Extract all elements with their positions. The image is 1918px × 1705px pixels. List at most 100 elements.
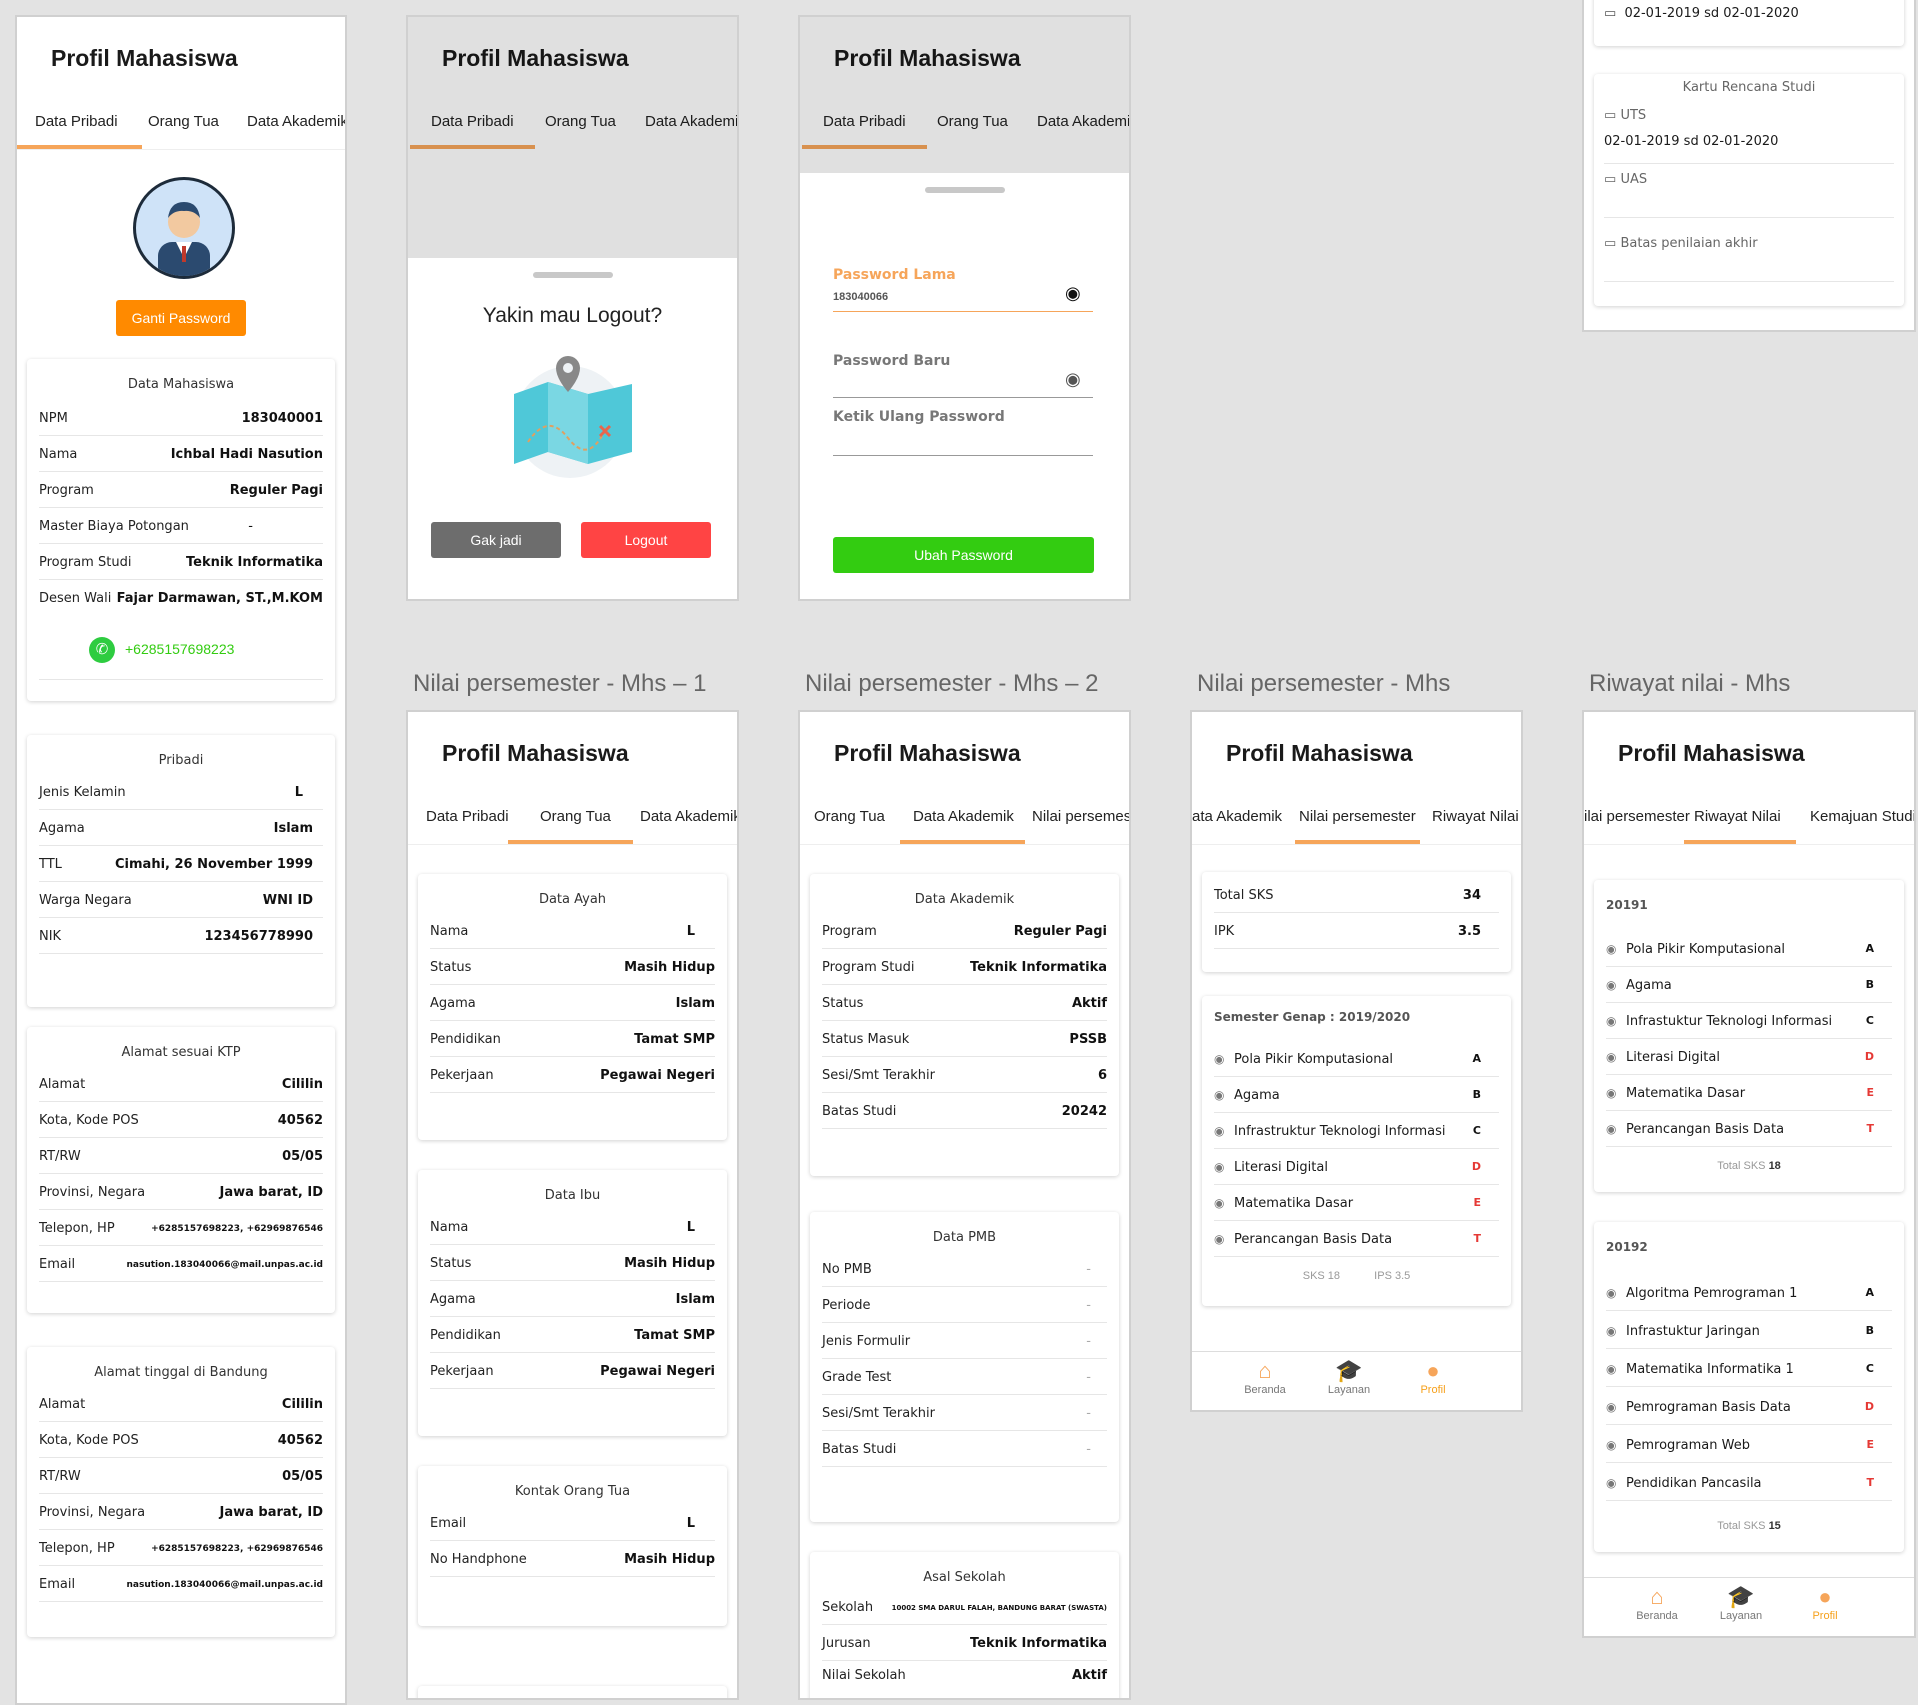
card-title: Asal Sekolah [923,1570,1006,1585]
course-row[interactable]: ◉ Perancangan Basis Data T [1606,1110,1892,1147]
uts-label: UTS [1620,108,1647,123]
course-row[interactable]: ◉ Matematika Informatika 1C [1606,1350,1892,1387]
tab-indicator [1295,840,1420,844]
sheet-grabber[interactable] [532,272,613,278]
nav-profil[interactable]: ● Profil [1398,1358,1468,1396]
frame-ganti-password: Profil Mahasiswa Data Pribadi Orang Tua … [798,15,1131,601]
tab-data-akademik[interactable]: ata Akademik [1192,808,1282,825]
semester-title: 20191 [1606,898,1648,912]
uas-label: UAS [1620,172,1648,187]
card-title: Data Ayah [538,892,607,907]
home-icon: ⌂ [1650,1584,1664,1609]
row-nama: Nama Ichbal Hadi Nasution [39,435,323,472]
row-pendidikan: Pendidikan Tamat SMP [430,1316,715,1353]
course-row[interactable]: ◉ Literasi Digital D [1606,1038,1892,1075]
eye-off-icon[interactable]: ◉ [1065,283,1081,304]
card-title: Data Ibu [544,1188,601,1203]
course-row[interactable]: ◉ Matematika Dasar E [1214,1184,1499,1221]
frame-orang-tua: Profil Mahasiswa Data Pribadi Orang Tua … [406,710,739,1700]
card-summary: Total SKS 34 IPK 3.5 [1202,872,1511,972]
nav-beranda[interactable]: ⌂ Beranda [1622,1584,1692,1622]
row-agama: Agama Islam [39,809,323,846]
cancel-button[interactable]: Gak jadi [431,522,561,558]
course-row[interactable]: ◉ Pola Pikir Komputasional A [1606,930,1892,967]
uts-value-row: 02-01-2019 sd 02-01-2020 [1604,134,1894,164]
tab-orang-tua[interactable]: Orang Tua [540,808,611,825]
tab-data-akademik[interactable]: Data Akademik [913,808,1014,825]
row-kota: Kota, Kode POS 40562 [39,1421,323,1458]
page-title: Profil Mahasiswa [1618,740,1805,766]
course-row[interactable]: ◉ Literasi Digital D [1214,1148,1499,1185]
tab-riwayat-nilai[interactable]: Riwayat Nilai [1432,808,1519,825]
tab-data-akademik[interactable]: Data Akademik [247,113,345,130]
tab-data-akademik[interactable]: Data Akademik [640,808,737,825]
eye-icon: ◉ [1606,1476,1617,1490]
card-data-mahasiswa: Data Mahasiswa NPM 183040001 Nama Ichbal H… [27,359,335,701]
frame-logout: Profil Mahasiswa Data Pribadi Orang Tua … [406,15,739,601]
eye-icon: ◉ [1606,1014,1617,1028]
course-row[interactable]: ◉ Pendidikan Pancasila T [1606,1464,1892,1501]
course-row[interactable]: ◉ Agama B [1214,1076,1499,1113]
eye-icon: ◉ [1606,978,1617,992]
nav-profil[interactable]: ● Profil [1790,1584,1860,1622]
course-row[interactable]: ◉ Agama B [1606,966,1892,1003]
nav-layanan[interactable]: 🎓 Layanan [1706,1584,1776,1622]
tab-kemajuan-studi[interactable]: Kemajuan Studi [1810,808,1914,825]
row-telepon: Telepon, HP +6285157698223, +62969876546 [39,1529,323,1566]
course-row[interactable]: ◉ Pemrograman Web E [1606,1426,1892,1463]
eye-icon[interactable]: ◉ [1065,369,1081,390]
row-nilai-sekolah: Nilai Sekolah Aktif [822,1668,1107,1683]
tab-indicator [1684,840,1796,844]
sheet-grabber[interactable] [924,187,1005,193]
row-program: Program Reguler Pagi [822,912,1107,949]
home-icon: ⌂ [1258,1358,1272,1383]
eye-icon: ◉ [1606,1362,1617,1376]
bottom-nav: ⌂ Beranda 🎓 Layanan ● Profil [1192,1351,1521,1410]
row-email: Email nasution.183040066@mail.unpas.ac.id [39,1245,323,1282]
course-row[interactable]: ◉ Infrastruktur Teknologi Informasi C [1214,1112,1499,1149]
row-alamat: Alamat Cililin [39,1065,323,1102]
page-title: Profil Mahasiswa [442,740,629,766]
uts-row: ▭ UTS [1604,108,1894,123]
course-row[interactable]: ◉ Algoritma Pemrograman 1A [1606,1274,1892,1311]
course-row[interactable]: ◉ Perancangan Basis Data T [1214,1220,1499,1257]
old-password-input[interactable]: 183040066 [833,291,888,303]
card-data-ibu: Data Ibu Nama L Status Masih Hidup Agama Is… [418,1170,727,1436]
tab-nilai-persemester[interactable]: ilai persemester [1584,808,1690,825]
logout-button[interactable]: Logout [581,522,711,558]
ubah-password-button[interactable]: Ubah Password [833,537,1094,573]
card-alamat-bandung: Alamat tinggal di Bandung Alamat Cililin … [27,1347,335,1637]
eye-icon: ◉ [1214,1196,1225,1210]
row-agama: Agama Islam [430,984,715,1021]
new-password-input[interactable] [833,397,1093,398]
frame-title-3: Nilai persemester - Mhs [1197,670,1451,697]
whatsapp-icon: ✆ [89,637,115,663]
eye-icon: ◉ [1606,942,1617,956]
row-no-pmb: No PMB - [822,1250,1107,1287]
tab-data-pribadi[interactable]: Data Pribadi [35,113,118,130]
tab-nilai-persemester[interactable]: Nilai persemester [1299,808,1416,825]
profile-icon: ● [1818,1584,1832,1609]
course-row[interactable]: ◉ Matematika Dasar E [1606,1074,1892,1111]
retype-password-input[interactable] [833,455,1093,456]
tab-orang-tua[interactable]: Orang Tua [148,113,219,130]
eye-icon: ◉ [1606,1086,1617,1100]
row-status-masuk: Status Masuk PSSB [822,1020,1107,1057]
tab-nilai-persemester[interactable]: Nilai persemester [1032,808,1129,825]
frame-riwayat-nilai: Profil Mahasiswa ilai persemester Riwaya… [1582,710,1916,1638]
row-email: Email nasution.183040066@mail.unpas.ac.id [39,1565,323,1602]
ganti-password-button[interactable]: Ganti Password [116,300,246,336]
whatsapp-link[interactable]: ✆ +6285157698223 [89,635,279,665]
nav-beranda[interactable]: ⌂ Beranda [1230,1358,1300,1396]
course-row[interactable]: ◉ Pemrograman Basis Data D [1606,1388,1892,1425]
nav-layanan[interactable]: 🎓 Layanan [1314,1358,1384,1396]
course-row[interactable]: ◉ Infrastuktur Jaringan B [1606,1312,1892,1349]
page-title: Profil Mahasiswa [834,740,1021,766]
tab-orang-tua[interactable]: Orang Tua [814,808,885,825]
tab-data-pribadi[interactable]: Data Pribadi [426,808,509,825]
tab-riwayat-nilai[interactable]: Riwayat Nilai [1694,808,1781,825]
course-row[interactable]: ◉ Infrastuktur Teknologi Informasi C [1606,1002,1892,1039]
course-row[interactable]: ◉ Pola Pikir Komputasional A [1214,1040,1499,1077]
card-data-ayah: Data Ayah Nama L Status Masih Hidup Agama I… [418,874,727,1140]
row-periode: Periode - [822,1286,1107,1323]
